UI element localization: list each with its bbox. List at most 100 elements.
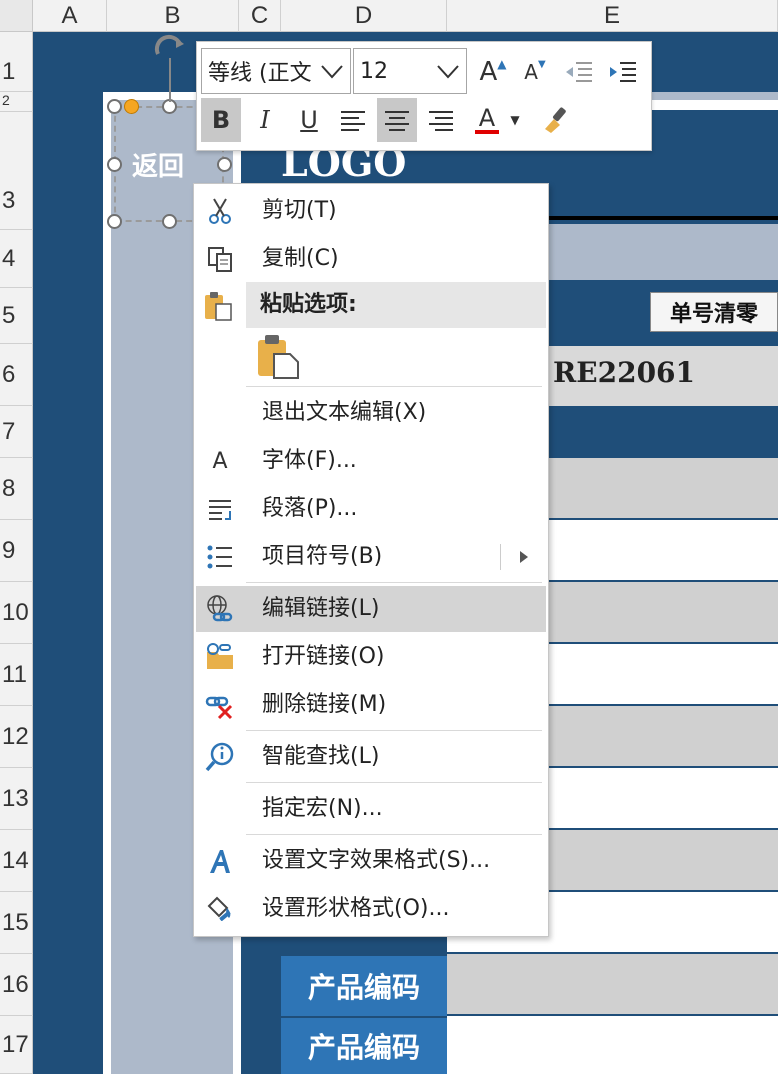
paste-options-header: 粘贴选项: (246, 282, 546, 328)
chevron-right-icon[interactable] (518, 548, 530, 570)
menu-item-exit-text-edit[interactable]: 退出文本编辑(X) (196, 390, 546, 436)
align-left-icon[interactable] (333, 98, 373, 142)
mini-toolbar: 等线 (正文 12 A ▲ A ▼ B I U A ▼ (196, 41, 652, 151)
resize-handle-right[interactable] (217, 157, 232, 172)
product-code-label-2: 产品编码 (281, 1016, 447, 1074)
row-header-11[interactable]: 11 (0, 644, 33, 706)
row-header-3[interactable]: 3 (0, 112, 33, 230)
row-header-6[interactable]: 6 (0, 344, 33, 406)
font-color-dropdown-icon[interactable]: ▼ (503, 98, 527, 142)
menu-item-remove-link-label: 删除链接(M) (262, 692, 387, 717)
edit-link-icon (204, 593, 236, 625)
menu-item-bullets[interactable]: 项目符号(B) (196, 534, 546, 580)
shrink-font-icon: A (524, 60, 538, 84)
data-row-16[interactable] (447, 954, 778, 1014)
menu-item-assign-macro[interactable]: 指定宏(N)... (196, 786, 546, 832)
menu-item-paragraph[interactable]: 段落(P)... (196, 486, 546, 532)
row-header-15[interactable]: 15 (0, 892, 33, 954)
context-menu: 剪切(T) 复制(C) 粘贴选项: 退出文本编辑(X) A 字体(F)... 段… (193, 183, 549, 937)
open-link-icon (204, 641, 236, 673)
submenu-divider (500, 544, 501, 570)
column-header-d[interactable]: D (281, 0, 447, 32)
menu-item-open-link[interactable]: 打开链接(O) (196, 634, 546, 680)
row-header-7[interactable]: 7 (0, 406, 33, 458)
menu-item-paragraph-label: 段落(P)... (262, 496, 358, 521)
menu-separator (246, 834, 542, 835)
menu-item-remove-link[interactable]: 删除链接(M) (196, 682, 546, 728)
resize-handle-bottom-left[interactable] (107, 214, 122, 229)
menu-item-copy[interactable]: 复制(C) (196, 236, 546, 282)
decrease-indent-icon[interactable] (559, 50, 599, 94)
row-header-8[interactable]: 8 (0, 458, 33, 520)
paste-keep-formatting-button[interactable] (256, 334, 300, 380)
row-header-4[interactable]: 4 (0, 230, 33, 288)
resize-handle-left[interactable] (107, 157, 122, 172)
menu-separator (246, 582, 542, 583)
bold-button[interactable]: B (201, 98, 241, 142)
underline-button[interactable]: U (289, 98, 329, 142)
font-name-select[interactable]: 等线 (正文 (201, 48, 351, 94)
row-header-2[interactable]: 2 (0, 92, 33, 112)
format-painter-icon[interactable] (537, 98, 577, 142)
menu-item-assign-macro-label: 指定宏(N)... (262, 796, 383, 821)
order-number-text: RE22061 (553, 356, 696, 389)
column-header-a[interactable]: A (33, 0, 107, 32)
menu-item-exit-text-edit-label: 退出文本编辑(X) (262, 400, 427, 425)
paragraph-icon (204, 493, 236, 525)
menu-item-edit-link[interactable]: 编辑链接(L) (196, 586, 546, 632)
resize-handle-top-left[interactable] (107, 99, 122, 114)
menu-item-format-text-effects-label: 设置文字效果格式(S)... (262, 848, 491, 873)
left-frame (103, 92, 111, 1074)
menu-item-format-text-effects[interactable]: 设置文字效果格式(S)... (196, 838, 546, 884)
column-header-e[interactable]: E (447, 0, 778, 32)
font-size-select[interactable]: 12 (353, 48, 467, 94)
align-center-icon[interactable] (377, 98, 417, 142)
menu-separator (246, 386, 542, 387)
menu-item-smart-lookup[interactable]: 智能查找(L) (196, 734, 546, 780)
align-right-icon[interactable] (421, 98, 461, 142)
menu-item-cut[interactable]: 剪切(T) (196, 188, 546, 234)
menu-item-format-shape[interactable]: 设置形状格式(O)... (196, 886, 546, 932)
resize-handle-bottom[interactable] (162, 214, 177, 229)
font-color-button[interactable]: A (467, 98, 507, 142)
menu-separator (246, 782, 542, 783)
shrink-font-button[interactable]: A ▼ (515, 50, 555, 94)
bold-icon: B (211, 106, 231, 134)
column-header-c[interactable]: C (239, 0, 281, 32)
select-all-corner[interactable] (0, 0, 33, 32)
row-header-12[interactable]: 12 (0, 706, 33, 768)
order-clear-button[interactable]: 单号清零 (650, 292, 778, 332)
row-header-14[interactable]: 14 (0, 830, 33, 892)
chevron-down-icon (434, 57, 462, 91)
font-size-value: 12 (360, 58, 388, 84)
menu-item-font[interactable]: A 字体(F)... (196, 438, 546, 484)
font-color-bar (475, 130, 499, 134)
scissors-icon (204, 195, 236, 227)
grow-font-button[interactable]: A ▲ (473, 50, 513, 94)
row-header-5[interactable]: 5 (0, 288, 33, 344)
underline-icon: U (300, 106, 318, 134)
menu-item-smart-lookup-label: 智能查找(L) (262, 744, 380, 769)
menu-item-format-shape-label: 设置形状格式(O)... (262, 896, 450, 921)
rotate-handle-icon[interactable] (150, 28, 190, 58)
data-row-17[interactable] (447, 1016, 778, 1074)
adjust-handle[interactable] (124, 99, 139, 114)
row-header-13[interactable]: 13 (0, 768, 33, 830)
increase-indent-icon[interactable] (603, 50, 643, 94)
row-header-17[interactable]: 17 (0, 1016, 33, 1074)
row-header-10[interactable]: 10 (0, 582, 33, 644)
format-shape-icon (204, 893, 236, 925)
menu-item-bullets-label: 项目符号(B) (262, 544, 383, 569)
menu-item-edit-link-label: 编辑链接(L) (262, 596, 380, 621)
copy-icon (204, 243, 236, 275)
rotate-handle-line (169, 58, 171, 102)
menu-item-open-link-label: 打开链接(O) (262, 644, 385, 669)
font-name-value: 等线 (正文 (208, 61, 312, 86)
row-header-16[interactable]: 16 (0, 954, 33, 1016)
row-header-9[interactable]: 9 (0, 520, 33, 582)
menu-separator (246, 730, 542, 731)
italic-button[interactable]: I (245, 98, 285, 142)
row-header-1[interactable]: 1 (0, 32, 33, 92)
smart-lookup-icon (204, 741, 236, 773)
product-code-label-1: 产品编码 (281, 954, 447, 1016)
